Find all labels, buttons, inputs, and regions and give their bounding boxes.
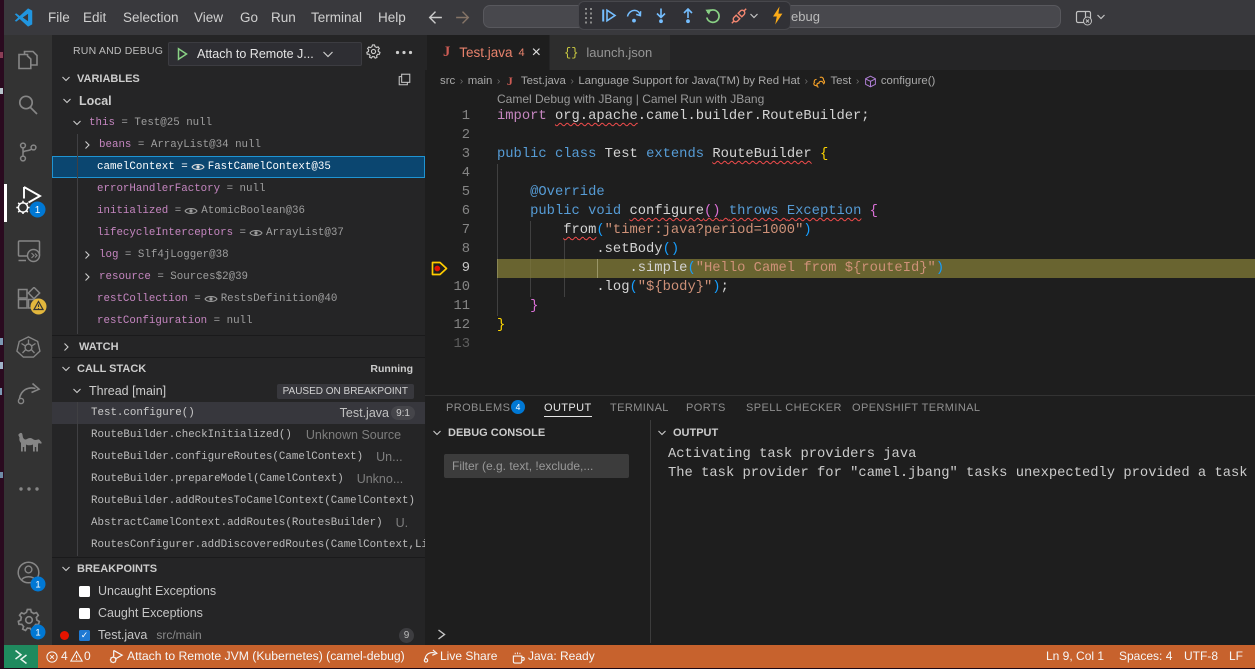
svg-text:1: 1 bbox=[35, 205, 41, 216]
svg-text:1: 1 bbox=[35, 579, 40, 590]
svg-text:1: 1 bbox=[35, 627, 40, 638]
svg-text:4: 4 bbox=[516, 402, 521, 412]
